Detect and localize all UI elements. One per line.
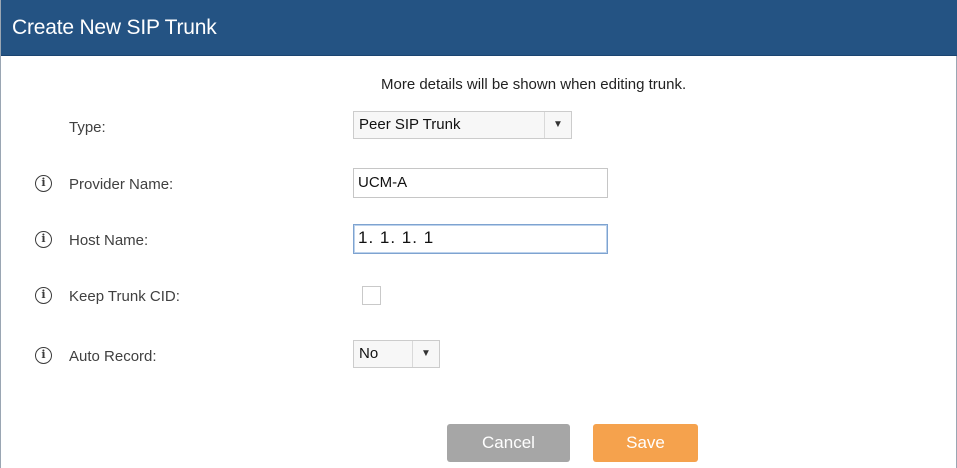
provider-name-row: i Provider Name: UCM-A (1, 168, 957, 202)
dialog-title: Create New SIP Trunk (12, 16, 217, 39)
info-icon[interactable]: i (35, 231, 52, 248)
auto-record-select[interactable]: No ▼ (353, 340, 440, 368)
host-name-label: Host Name: (69, 232, 149, 249)
keep-trunk-cid-row: i Keep Trunk CID: (1, 280, 957, 314)
type-select[interactable]: Peer SIP Trunk ▼ (353, 111, 572, 139)
host-name-value: 1. 1. 1. 1 (358, 228, 435, 247)
keep-trunk-cid-checkbox[interactable] (362, 286, 381, 305)
type-select-value: Peer SIP Trunk (359, 116, 461, 133)
info-icon[interactable]: i (35, 287, 52, 304)
dialog-titlebar: Create New SIP Trunk (1, 0, 957, 56)
info-icon[interactable]: i (35, 347, 52, 364)
create-sip-trunk-dialog: Create New SIP Trunk More details will b… (0, 0, 957, 468)
auto-record-select-value: No (359, 345, 379, 362)
keep-trunk-cid-label: Keep Trunk CID: (69, 288, 180, 305)
chevron-down-icon: ▼ (544, 112, 571, 138)
provider-name-label: Provider Name: (69, 176, 174, 193)
edit-notice: More details will be shown when editing … (381, 76, 687, 93)
provider-name-value: UCM-A (358, 174, 408, 191)
auto-record-row: i Auto Record: No ▼ (1, 340, 957, 374)
chevron-down-icon: ▼ (412, 341, 439, 367)
type-label: Type: (69, 119, 106, 136)
auto-record-label: Auto Record: (69, 348, 157, 365)
provider-name-input[interactable]: UCM-A (353, 168, 608, 198)
host-name-input[interactable]: 1. 1. 1. 1 (353, 224, 608, 254)
host-name-row: i Host Name: 1. 1. 1. 1 (1, 224, 957, 258)
type-row: Type: Peer SIP Trunk ▼ (1, 111, 957, 145)
save-button[interactable]: Save (593, 424, 698, 462)
cancel-button[interactable]: Cancel (447, 424, 570, 462)
info-icon[interactable]: i (35, 175, 52, 192)
